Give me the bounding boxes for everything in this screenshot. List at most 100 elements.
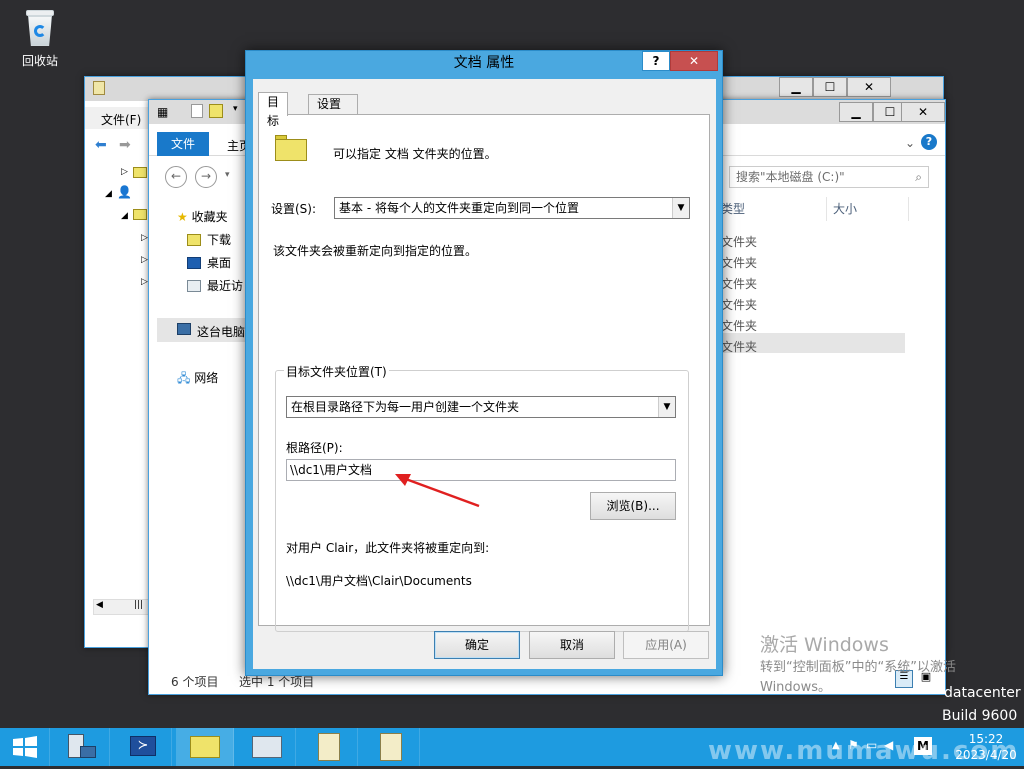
recycle-bin-label: 回收站 — [21, 54, 58, 68]
computer-icon — [177, 323, 191, 335]
expand-arrow-icon[interactable]: ▷ — [141, 233, 148, 243]
horizontal-scrollbar[interactable]: ◀ ||| — [93, 599, 149, 615]
folder-icon — [133, 209, 147, 220]
dialog-body: 目标 设置 可以指定 文档 文件夹的位置。 设置(S): 基本 - 将每个人的文… — [253, 79, 716, 669]
activation-line1: 转到“控制面板”中的“系统”以激活 — [760, 660, 956, 675]
nav-recent[interactable]: 最近访 — [187, 277, 243, 294]
nav-network-label: 网络 — [194, 371, 219, 385]
file-explorer-taskbar-button[interactable] — [176, 728, 234, 766]
browse-button[interactable]: 浏览(B)... — [590, 492, 676, 520]
scroll-document-icon — [380, 733, 402, 761]
search-icon[interactable]: ⌕ — [915, 167, 922, 187]
status-item-count: 6 个项目 — [171, 675, 219, 689]
file-explorer-icon — [190, 736, 220, 758]
close-button[interactable]: ✕ — [847, 77, 891, 97]
setting-label: 设置(S): — [271, 202, 317, 216]
nav-desktop-label: 桌面 — [207, 256, 232, 270]
nav-network[interactable]: 🖧 网络 — [177, 369, 218, 390]
target-dropdown-value: 在根目录路径下为每一用户创建一个文件夹 — [291, 400, 520, 414]
nav-favorites-label: 收藏夹 — [191, 210, 228, 224]
tab-file[interactable]: 文件 — [157, 132, 210, 156]
table-row[interactable]: 文件夹 — [721, 233, 757, 250]
root-path-label: 根路径(P): — [286, 441, 343, 455]
table-row[interactable]: 文件夹 — [721, 338, 757, 355]
ribbon-expand-icon[interactable]: ⌄ — [905, 136, 915, 150]
recent-locations-icon[interactable]: ▾ — [225, 170, 230, 180]
powershell-taskbar-button[interactable]: ≻ — [114, 728, 172, 766]
nav-this-pc[interactable]: 这台电脑 — [157, 318, 245, 342]
downloads-icon — [187, 234, 201, 246]
setting-description: 该文件夹会被重新定向到指定的位置。 — [273, 244, 478, 258]
maximize-button[interactable]: ☐ — [813, 77, 847, 97]
back-button[interactable]: ← — [165, 166, 187, 188]
dialog-close-button[interactable]: ✕ — [670, 51, 718, 71]
customize-arrow-icon[interactable]: ▾ — [233, 104, 238, 114]
redirect-text: 对用户 Clair，此文件夹将被重定向到: — [286, 541, 490, 555]
star-icon: ★ — [177, 210, 188, 224]
quick-access-icon[interactable]: ▦ — [157, 105, 168, 119]
column-size[interactable]: 大小 — [829, 197, 909, 221]
column-type[interactable]: 类型 — [717, 197, 827, 221]
scrollbar-grip[interactable]: ||| — [134, 600, 143, 610]
recycle-bin-shortcut[interactable]: 回收站 — [14, 8, 66, 69]
tab-settings[interactable]: 设置 — [308, 94, 358, 115]
minimize-button[interactable]: ▁ — [839, 102, 873, 122]
nav-tree: ▷ ◢ 👤 ◢ ▷ ▷ ▷ — [85, 163, 149, 623]
dropdown-arrow-icon[interactable]: ▼ — [672, 198, 689, 218]
column-size-label: 大小 — [833, 202, 858, 216]
forward-button[interactable]: → — [195, 166, 217, 188]
tab-target[interactable]: 目标 — [258, 92, 289, 128]
dropdown-arrow-icon[interactable]: ▼ — [658, 397, 675, 417]
windows-logo-icon — [13, 736, 37, 758]
annotation-arrow-icon — [395, 474, 480, 508]
nav-desktop[interactable]: 桌面 — [187, 254, 231, 271]
folder-icon — [275, 135, 307, 161]
expand-arrow-icon[interactable]: ▷ — [141, 255, 148, 265]
menu-file[interactable]: 文件(F) — [101, 111, 141, 128]
intro-text: 可以指定 文档 文件夹的位置。 — [333, 147, 497, 161]
target-tab-panel: 可以指定 文档 文件夹的位置。 设置(S): 基本 - 将每个人的文件夹重定向到… — [258, 114, 710, 632]
redirect-path: \\dc1\用户文档\Clair\Documents — [286, 574, 472, 588]
setting-dropdown-value: 基本 - 将每个人的文件夹重定向到同一个位置 — [339, 201, 579, 215]
nav-recent-label: 最近访 — [207, 279, 244, 293]
help-icon[interactable]: ? — [921, 134, 937, 150]
scroll-left-icon[interactable]: ◀ — [96, 600, 103, 610]
table-row[interactable]: 文件夹 — [721, 254, 757, 271]
apply-button[interactable]: 应用(A) — [623, 631, 709, 659]
properties-icon[interactable] — [191, 104, 203, 118]
powershell-icon: ≻ — [130, 736, 156, 756]
setting-dropdown[interactable]: 基本 - 将每个人的文件夹重定向到同一个位置 ▼ — [334, 197, 690, 219]
site-watermark: www.mumawu.com — [708, 736, 1020, 766]
minimize-button[interactable]: ▁ — [779, 77, 813, 97]
expand-arrow-icon[interactable]: ▷ — [141, 277, 148, 287]
ok-button[interactable]: 确定 — [434, 631, 520, 659]
dialog-help-button[interactable]: ? — [642, 51, 670, 71]
script-taskbar-button[interactable] — [300, 728, 358, 766]
table-row[interactable]: 文件夹 — [721, 275, 757, 292]
start-button[interactable] — [0, 728, 50, 766]
table-row[interactable]: 文件夹 — [721, 317, 757, 334]
recent-places-icon — [187, 280, 201, 292]
cancel-button[interactable]: 取消 — [529, 631, 615, 659]
close-button[interactable]: ✕ — [901, 102, 945, 122]
table-row[interactable]: 文件夹 — [721, 296, 757, 313]
toolbox-icon — [80, 746, 96, 758]
expand-arrow-icon[interactable]: ▷ — [121, 167, 128, 177]
properties-dialog: 文档 属性 ? ✕ 目标 设置 可以指定 文档 文件夹的位置。 设置(S): 基… — [245, 50, 723, 676]
back-arrow-icon[interactable]: ⬅ — [95, 137, 107, 153]
folder-icon — [133, 167, 147, 178]
folder-icon — [93, 81, 105, 95]
new-folder-icon[interactable] — [209, 104, 223, 118]
nav-downloads[interactable]: 下载 — [187, 231, 231, 248]
collapse-arrow-icon[interactable]: ◢ — [121, 211, 128, 221]
target-location-dropdown[interactable]: 在根目录路径下为每一用户创建一个文件夹 ▼ — [286, 396, 676, 418]
control-panel-taskbar-button[interactable] — [238, 728, 296, 766]
server-manager-taskbar-button[interactable] — [52, 728, 110, 766]
forward-arrow-icon[interactable]: ➡ — [119, 137, 131, 153]
nav-favorites[interactable]: ★ 收藏夹 — [177, 208, 228, 225]
search-input[interactable]: 搜索"本地磁盘 (C:)" ⌕ — [729, 166, 929, 188]
network-icon: 🖧 — [177, 371, 191, 385]
notes-taskbar-button[interactable] — [362, 728, 420, 766]
nav-this-pc-label: 这台电脑 — [197, 325, 246, 339]
collapse-arrow-icon[interactable]: ◢ — [105, 189, 112, 199]
